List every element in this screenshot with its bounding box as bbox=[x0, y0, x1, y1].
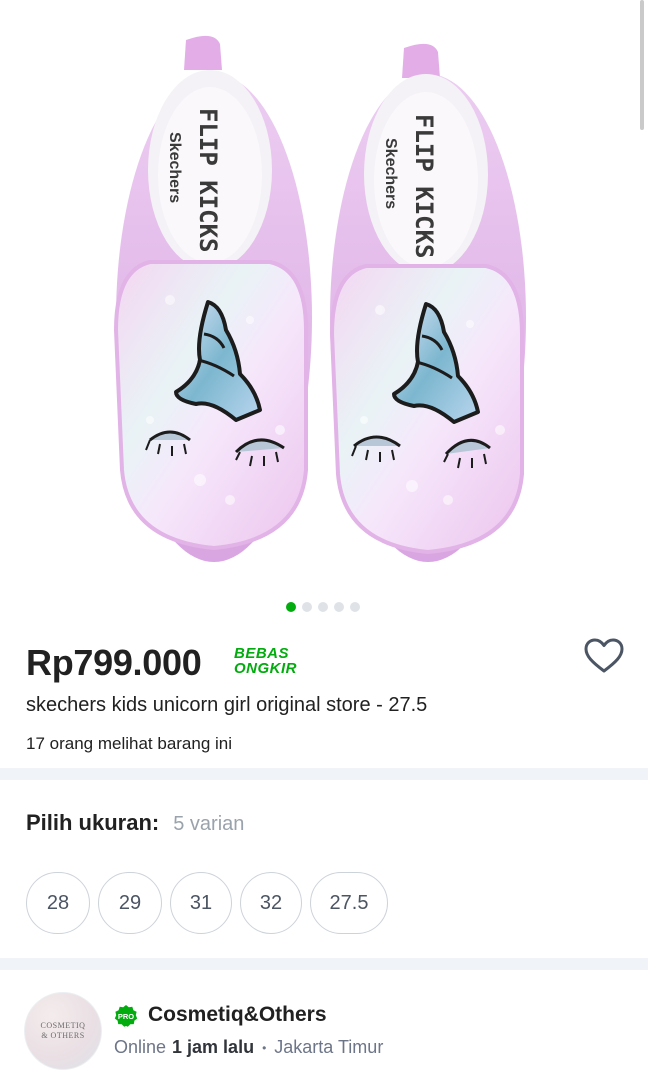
seller-avatar[interactable]: COSMETIQ & OTHERS bbox=[24, 992, 102, 1070]
left-shoe: FLIP KICKS Skechers bbox=[113, 35, 312, 562]
status-separator: • bbox=[262, 1040, 267, 1055]
gallery-dot-1[interactable] bbox=[286, 602, 296, 612]
seller-name[interactable]: Cosmetiq&Others bbox=[148, 1003, 327, 1027]
right-shoe-brand-print: FLIP KICKS bbox=[410, 114, 438, 259]
size-option[interactable]: 29 bbox=[98, 872, 162, 934]
gallery-dot-3[interactable] bbox=[318, 602, 328, 612]
product-photo-unicorn-shoes: FLIP KICKS Skechers FLIP KICKS Skechers bbox=[113, 35, 526, 562]
size-options: 28 29 31 32 27.5 bbox=[26, 872, 388, 934]
gallery-dot-2[interactable] bbox=[302, 602, 312, 612]
variant-header: Pilih ukuran: 5 varian bbox=[26, 810, 244, 836]
variant-label: Pilih ukuran: bbox=[26, 810, 160, 835]
variant-picker: Pilih ukuran: 5 varian 28 29 31 32 27.5 bbox=[0, 780, 648, 958]
product-info: Rp799.000 BEBAS ONGKIR skechers kids uni… bbox=[0, 624, 648, 768]
seller-avatar-logo: COSMETIQ & OTHERS bbox=[25, 1021, 101, 1041]
free-shipping-badge: BEBAS ONGKIR bbox=[234, 646, 310, 676]
section-divider bbox=[0, 958, 648, 970]
seller-status: Online 1 jam lalu • Jakarta Timur bbox=[114, 1037, 383, 1058]
product-title: skechers kids unicorn girl original stor… bbox=[26, 694, 428, 716]
gallery-dot-5[interactable] bbox=[350, 602, 360, 612]
pro-badge-text: PRO bbox=[118, 1012, 134, 1021]
pro-badge-icon: PRO bbox=[114, 1005, 138, 1027]
section-divider bbox=[0, 768, 648, 780]
left-shoe-brand-by: Skechers bbox=[166, 132, 183, 203]
product-price: Rp799.000 bbox=[26, 642, 202, 683]
product-image-gallery[interactable]: FLIP KICKS Skechers FLIP KICKS Skechers bbox=[0, 0, 648, 624]
size-option[interactable]: 27.5 bbox=[310, 872, 388, 934]
right-shoe-brand-by: Skechers bbox=[382, 138, 399, 209]
size-option[interactable]: 28 bbox=[26, 872, 90, 934]
avatar-logo-line-2: & OTHERS bbox=[41, 1031, 85, 1040]
gallery-pagination-dots[interactable] bbox=[286, 602, 360, 612]
right-shoe: FLIP KICKS Skechers bbox=[329, 43, 526, 562]
variant-count: 5 varian bbox=[173, 813, 245, 835]
seller-location: Jakarta Timur bbox=[274, 1037, 384, 1057]
page-scrollbar[interactable] bbox=[640, 0, 644, 130]
size-option[interactable]: 31 bbox=[170, 872, 232, 934]
product-viewers: 17 orang melihat barang ini bbox=[26, 734, 233, 753]
avatar-logo-line-1: COSMETIQ bbox=[40, 1021, 86, 1030]
seller-info[interactable]: COSMETIQ & OTHERS PRO Cosmetiq&Others On… bbox=[0, 970, 648, 1080]
size-option[interactable]: 32 bbox=[240, 872, 302, 934]
gallery-dot-4[interactable] bbox=[334, 602, 344, 612]
last-online-time: 1 jam lalu bbox=[172, 1037, 255, 1057]
heart-outline-icon[interactable] bbox=[584, 638, 624, 674]
free-shipping-line-2: ONGKIR bbox=[234, 660, 297, 677]
free-shipping-line-1: BEBAS bbox=[234, 645, 290, 662]
online-label: Online bbox=[114, 1037, 167, 1057]
left-shoe-brand-print: FLIP KICKS bbox=[194, 108, 222, 253]
